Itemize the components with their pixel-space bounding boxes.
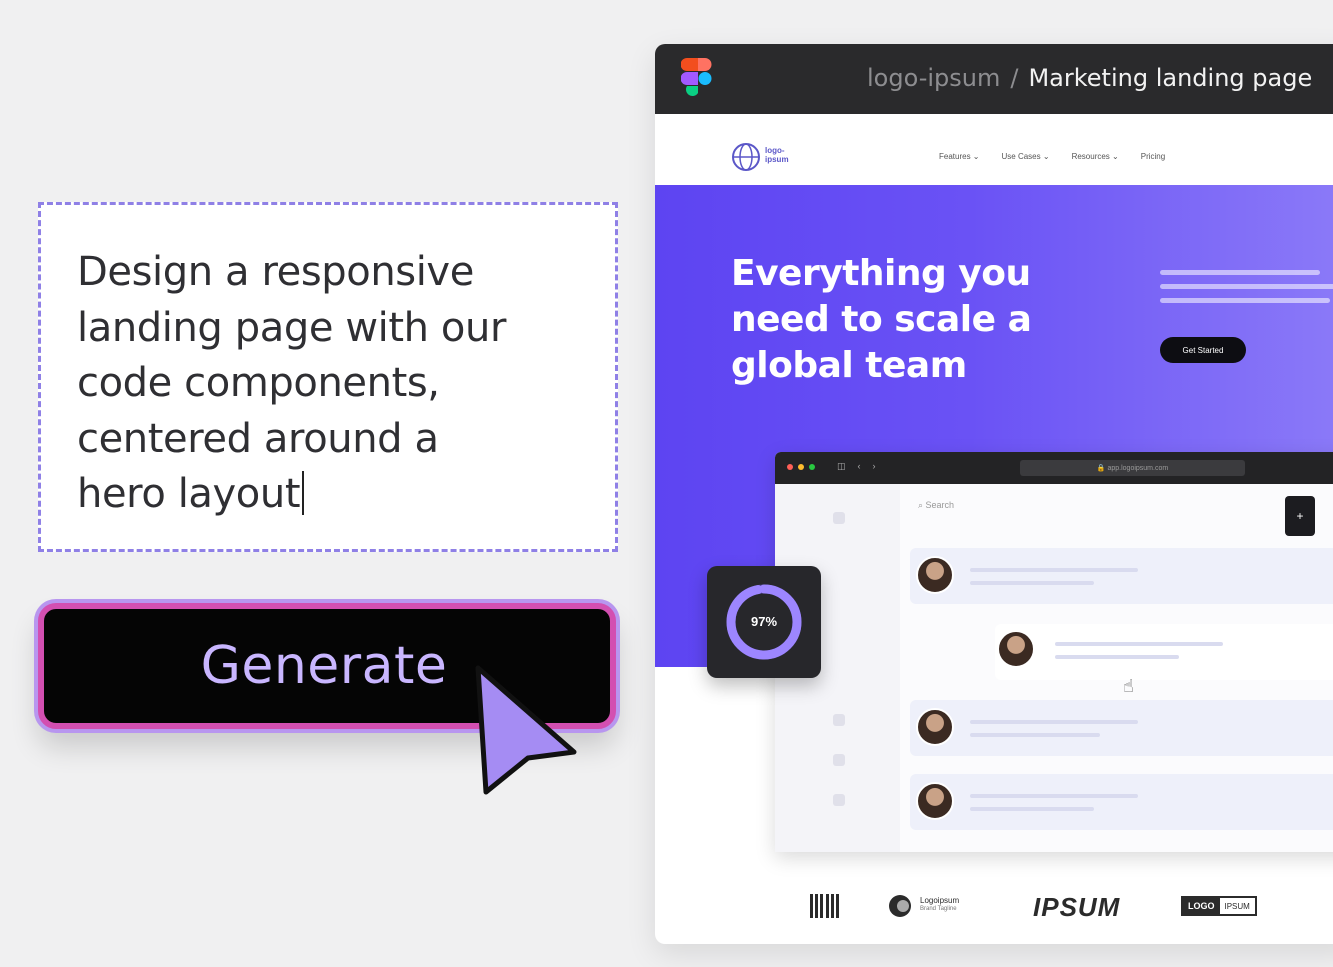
sidebar-icon[interactable] [833,714,845,726]
avatar [916,708,954,746]
figma-titlebar: logo-ipsum / Marketing landing page [655,44,1333,114]
list-item[interactable] [910,548,1333,604]
avatar [916,556,954,594]
progress-label: 97% [750,614,778,629]
logo-box-left: LOGO [1183,898,1220,914]
logo-box-right: IPSUM [1224,902,1250,911]
text-caret [302,471,305,515]
list-item[interactable] [995,624,1333,680]
search-placeholder: Search [925,500,955,510]
logo-name: Logoipsum [920,896,960,905]
list-item[interactable] [910,700,1333,756]
sidebar-icon[interactable] [833,512,845,524]
generate-button-label: Generate [200,636,448,696]
search-input[interactable]: ⌕ Search [918,500,954,511]
breadcrumb-separator: / [1010,64,1019,92]
list-item[interactable] [910,774,1333,830]
logo-circle: Logoipsum Brand Tagline [888,894,959,923]
site-navbar: logo- ipsum Features ⌄ Use Cases ⌄ Resou… [655,114,1333,185]
breadcrumb-project[interactable]: logo-ipsum [867,64,1000,92]
logo-bars-icon [810,894,840,923]
site-logo-text: logo- ipsum [765,146,789,164]
pointer-cursor-icon [475,665,577,795]
prompt-text: Design a responsive landing page with ou… [77,249,507,517]
progress-card: 97% [707,566,821,678]
logo-box: LOGO IPSUM [1181,896,1257,916]
add-button[interactable]: + [1285,496,1315,536]
hand-cursor-icon: ☝ [1123,676,1134,696]
nav-use-cases[interactable]: Use Cases ⌄ [1002,152,1050,161]
breadcrumb-file[interactable]: Marketing landing page [1028,64,1312,92]
nav-pricing[interactable]: Pricing [1141,152,1165,161]
avatar [997,630,1035,668]
sidebar-icon[interactable] [833,794,845,806]
app-titlebar: ◫‹› 🔒 app.logoipsum.com [775,452,1333,484]
logo-circle-icon [889,895,911,917]
nav-resources[interactable]: Resources ⌄ [1072,152,1119,161]
logo-ipsum-wordmark: IPSUM [1033,892,1121,922]
hero-title: Everything you need to scale a global te… [731,253,1032,386]
figma-window: logo-ipsum / Marketing landing page logo- … [655,44,1333,944]
hero-description [1160,270,1333,312]
figma-logo-icon [681,58,712,97]
app-preview-window: ◫‹› 🔒 app.logoipsum.com ⌕ Search + [775,452,1333,852]
breadcrumb: logo-ipsum / Marketing landing page [867,64,1312,92]
nav-arrows-icon: ◫‹› [837,461,888,471]
avatar [916,782,954,820]
logo-tagline: Brand Tagline [920,906,957,912]
url-bar[interactable]: 🔒 app.logoipsum.com [1020,460,1245,476]
app-main: ⌕ Search + [900,484,1333,852]
get-started-button[interactable]: Get Started [1160,337,1246,363]
prompt-input[interactable]: Design a responsive landing page with ou… [38,202,618,552]
sidebar-icon[interactable] [833,754,845,766]
globe-logo-icon [732,143,760,171]
window-controls [787,464,815,470]
logo-strip: Logoipsum Brand Tagline IPSUM LOGO IPSUM [655,882,1333,932]
nav-features[interactable]: Features ⌄ [939,152,980,161]
